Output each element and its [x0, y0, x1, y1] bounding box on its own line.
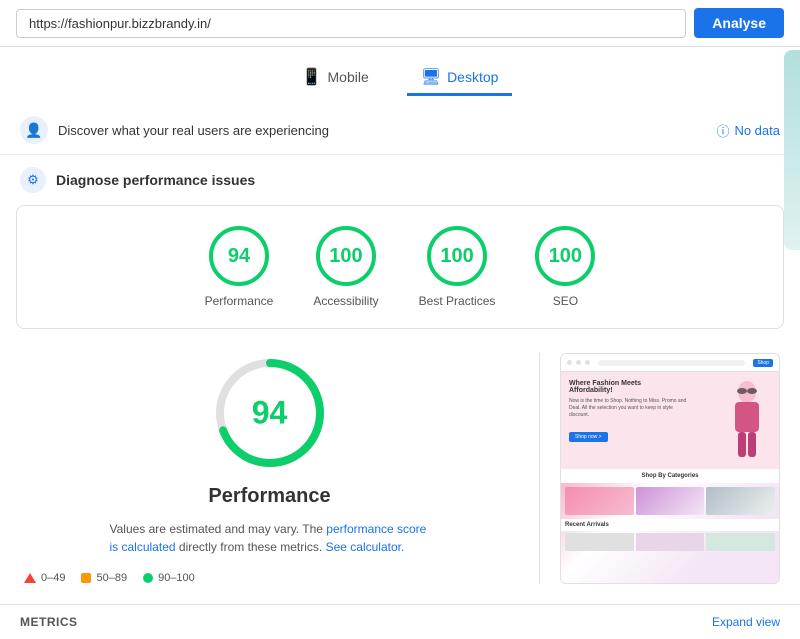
score-circle-performance: 94	[209, 226, 269, 286]
diagnose-bar: ⚙ Diagnose performance issues	[0, 155, 800, 205]
see-calculator-link[interactable]: See calculator.	[326, 540, 405, 554]
screenshot-shop-btn: Shop	[753, 359, 773, 367]
diagnose-icon: ⚙	[20, 167, 46, 193]
score-item-performance: 94 Performance	[205, 226, 274, 308]
info-icon: 👤	[20, 116, 48, 144]
info-circle-icon: ⓘ	[716, 121, 729, 140]
info-bar-left: 👤 Discover what your real users are expe…	[20, 116, 329, 144]
screenshot-recent: Recent Arrivals	[561, 519, 779, 531]
legend-item-red: 0–49	[24, 572, 65, 584]
screenshot-img-3	[706, 487, 775, 515]
score-value-seo: 100	[549, 245, 582, 268]
info-bar: 👤 Discover what your real users are expe…	[0, 106, 800, 155]
screenshot-topbar: Shop	[561, 354, 779, 372]
legend-row: 0–49 50–89 90–100	[20, 572, 519, 584]
legend-item-green: 90–100	[143, 572, 195, 584]
score-item-accessibility: 100 Accessibility	[313, 226, 378, 308]
screenshot-model-svg	[720, 380, 775, 460]
big-performance-circle: 94	[210, 353, 330, 473]
legend-red-range: 0–49	[41, 572, 65, 584]
screenshot-images-row	[561, 487, 779, 519]
screenshot-url-bar	[598, 360, 745, 366]
url-input[interactable]	[16, 9, 686, 38]
screenshot-recent-1	[565, 533, 634, 551]
metrics-label: METRICS	[20, 615, 78, 629]
main-content: 94 Performance Values are estimated and …	[0, 333, 800, 594]
left-panel: 94 Performance Values are estimated and …	[20, 353, 519, 584]
diagnose-text: Diagnose performance issues	[56, 172, 255, 188]
score-value-accessibility: 100	[329, 245, 362, 268]
screenshot-dot-2	[576, 360, 581, 365]
right-edge-bar	[784, 50, 800, 250]
scores-row: 94 Performance 100 Accessibility 100 Bes…	[33, 226, 767, 308]
screenshot-recent-row	[561, 531, 779, 553]
screenshot-dot-3	[585, 360, 590, 365]
tab-mobile[interactable]: 📱 Mobile	[288, 61, 383, 96]
desktop-icon: 🖥	[421, 67, 441, 87]
vertical-divider	[539, 353, 540, 584]
no-data-button[interactable]: ⓘ No data	[716, 121, 780, 140]
score-label-seo: SEO	[553, 294, 578, 308]
page-wrapper: Analyse 📱 Mobile 🖥 Desktop 👤 Discover wh…	[0, 0, 800, 639]
big-performance-label: Performance	[208, 485, 330, 508]
top-bar: Analyse	[0, 0, 800, 47]
score-value-best-practices: 100	[440, 245, 473, 268]
screenshot-subtext: Now is the time to Shop. Nothing to Miss…	[569, 398, 689, 419]
screenshot-heading: Where Fashion Meets Affordability!	[569, 380, 649, 394]
legend-red-icon	[24, 573, 36, 583]
no-data-label: No data	[734, 123, 780, 138]
mobile-icon: 📱	[302, 67, 322, 87]
screenshot-dot-1	[567, 360, 572, 365]
screenshot-mock: Shop Where Fashion Meets Affordability! …	[561, 354, 779, 583]
tab-desktop-label: Desktop	[447, 69, 498, 85]
scores-section: 94 Performance 100 Accessibility 100 Bes…	[16, 205, 784, 329]
score-item-best-practices: 100 Best Practices	[419, 226, 496, 308]
legend-green-range: 90–100	[158, 572, 195, 584]
screenshot-panel: Shop Where Fashion Meets Affordability! …	[560, 353, 780, 584]
score-label-accessibility: Accessibility	[313, 294, 378, 308]
screenshot-model-area	[720, 380, 775, 465]
screenshot-img-2	[636, 487, 705, 515]
legend-orange-icon	[81, 573, 91, 583]
score-label-best-practices: Best Practices	[419, 294, 496, 308]
perf-description: Values are estimated and may vary. The p…	[110, 520, 430, 556]
legend-orange-range: 50–89	[96, 572, 127, 584]
legend-item-orange: 50–89	[81, 572, 127, 584]
legend-green-icon	[143, 573, 153, 583]
screenshot-hero: Where Fashion Meets Affordability! Now i…	[561, 372, 779, 469]
score-value-performance: 94	[228, 245, 250, 268]
perf-desc-middle: directly from these metrics.	[179, 540, 322, 554]
big-circle-value: 94	[252, 395, 288, 432]
screenshot-img-1	[565, 487, 634, 515]
metrics-bar: METRICS Expand view	[0, 604, 800, 639]
analyse-button[interactable]: Analyse	[694, 8, 784, 38]
score-circle-best-practices: 100	[427, 226, 487, 286]
screenshot-hero-text: Where Fashion Meets Affordability! Now i…	[569, 380, 720, 465]
tabs-row: 📱 Mobile 🖥 Desktop	[0, 47, 800, 106]
score-label-performance: Performance	[205, 294, 274, 308]
perf-desc-prefix: Values are estimated and may vary. The	[110, 522, 323, 536]
score-circle-accessibility: 100	[316, 226, 376, 286]
screenshot-categories: Shop By Categories	[561, 469, 779, 483]
expand-view-button[interactable]: Expand view	[712, 615, 780, 629]
tab-mobile-label: Mobile	[328, 69, 369, 85]
screenshot-recent-2	[636, 533, 705, 551]
score-circle-seo: 100	[535, 226, 595, 286]
screenshot-recent-3	[706, 533, 775, 551]
info-text: Discover what your real users are experi…	[58, 123, 329, 138]
score-item-seo: 100 SEO	[535, 226, 595, 308]
tab-desktop[interactable]: 🖥 Desktop	[407, 61, 513, 96]
screenshot-cta: Shop now >	[569, 432, 608, 442]
